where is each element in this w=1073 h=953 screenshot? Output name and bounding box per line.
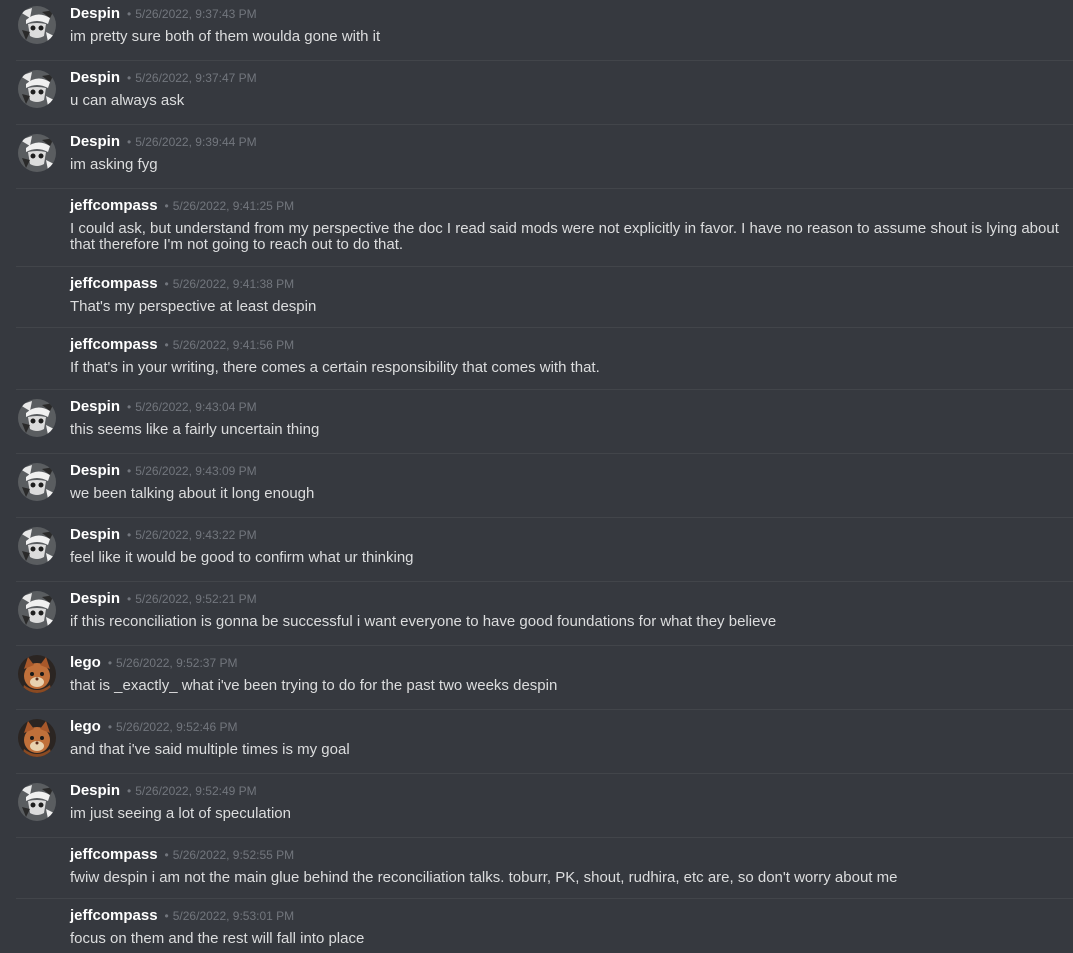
separator-dot: • (127, 464, 132, 478)
timestamp: 5/26/2022, 9:52:46 PM (116, 720, 238, 734)
despin-avatar-icon[interactable] (18, 591, 56, 629)
message-text: and that i've said multiple times is my … (70, 741, 350, 758)
separator-dot: • (127, 7, 132, 21)
username[interactable]: Despin (70, 69, 120, 86)
message-divider (16, 327, 1073, 328)
message-text: If that's in your writing, there comes a… (70, 359, 600, 376)
message-divider (16, 581, 1073, 582)
timestamp: 5/26/2022, 9:41:25 PM (172, 199, 295, 213)
despin-avatar-icon[interactable] (18, 399, 56, 437)
separator-dot: • (164, 909, 169, 923)
message-text: fwiw despin i am not the main glue behin… (70, 869, 898, 886)
message-list: Despin • 5/26/2022, 9:37:43 PM im pretty s… (0, 0, 1073, 953)
timestamp: 5/26/2022, 9:41:56 PM (172, 338, 295, 352)
message-divider (16, 389, 1073, 390)
username[interactable]: Despin (70, 526, 120, 543)
message-text: im pretty sure both of them woulda gone … (70, 28, 381, 45)
despin-avatar-icon[interactable] (18, 70, 56, 108)
username[interactable]: jeffcompass (70, 336, 158, 353)
message-text: That's my perspective at least despin (70, 298, 317, 315)
separator-dot: • (127, 784, 132, 798)
username[interactable]: lego (70, 718, 101, 735)
message-text: im asking fyg (70, 156, 158, 173)
message-text: I could ask, but understand from my pers… (70, 220, 1059, 253)
separator-dot: • (107, 720, 113, 734)
username[interactable]: jeffcompass (70, 275, 158, 292)
timestamp: 5/26/2022, 9:43:09 PM (135, 464, 257, 478)
username[interactable]: Despin (70, 398, 120, 415)
username[interactable]: jeffcompass (70, 846, 158, 863)
lego-avatar-icon[interactable] (18, 655, 56, 693)
separator-dot: • (164, 277, 169, 291)
message-divider (16, 645, 1073, 646)
message-text: focus on them and the rest will fall int… (70, 930, 365, 947)
separator-dot: • (164, 338, 169, 352)
timestamp: 5/26/2022, 9:52:37 PM (116, 656, 238, 670)
despin-avatar-icon[interactable] (18, 134, 56, 172)
timestamp: 5/26/2022, 9:52:55 PM (172, 848, 295, 862)
message-divider (16, 266, 1073, 267)
timestamp: 5/26/2022, 9:52:21 PM (135, 592, 257, 606)
separator-dot: • (107, 656, 113, 670)
timestamp: 5/26/2022, 9:52:49 PM (135, 784, 257, 798)
timestamp: 5/26/2022, 9:41:38 PM (172, 277, 295, 291)
message-text: we been talking about it long enough (70, 485, 315, 502)
timestamp: 5/26/2022, 9:43:04 PM (135, 400, 257, 414)
message-text: that is _exactly_ what i've been trying … (70, 677, 558, 694)
despin-avatar-icon[interactable] (18, 783, 56, 821)
message-divider (16, 188, 1073, 189)
separator-dot: • (127, 528, 132, 542)
message-divider (16, 517, 1073, 518)
lego-avatar-icon[interactable] (18, 719, 56, 757)
message-text: this seems like a fairly uncertain thing (70, 421, 320, 438)
username[interactable]: jeffcompass (70, 197, 158, 214)
timestamp: 5/26/2022, 9:43:22 PM (135, 528, 257, 542)
message-text: u can always ask (70, 92, 185, 109)
timestamp: 5/26/2022, 9:37:43 PM (135, 7, 257, 21)
username[interactable]: jeffcompass (70, 907, 158, 924)
separator-dot: • (164, 199, 169, 213)
username[interactable]: Despin (70, 133, 120, 150)
separator-dot: • (127, 71, 132, 85)
username[interactable]: lego (70, 654, 101, 671)
username[interactable]: Despin (70, 5, 120, 22)
message-divider (16, 837, 1073, 838)
message-divider (16, 453, 1073, 454)
message-text: im just seeing a lot of speculation (70, 805, 291, 822)
message-divider (16, 898, 1073, 899)
message-text: feel like it would be good to confirm wh… (70, 549, 414, 566)
message-divider (16, 124, 1073, 125)
message-divider (16, 709, 1073, 710)
message-divider (16, 773, 1073, 774)
message-divider (16, 60, 1073, 61)
separator-dot: • (127, 400, 132, 414)
timestamp: 5/26/2022, 9:39:44 PM (135, 135, 257, 149)
despin-avatar-icon[interactable] (18, 463, 56, 501)
despin-avatar-icon[interactable] (18, 527, 56, 565)
username[interactable]: Despin (70, 462, 120, 479)
message-text: if this reconciliation is gonna be succe… (70, 613, 777, 630)
separator-dot: • (127, 135, 132, 149)
separator-dot: • (164, 848, 169, 862)
timestamp: 5/26/2022, 9:37:47 PM (135, 71, 257, 85)
username[interactable]: Despin (70, 782, 120, 799)
despin-avatar-icon[interactable] (18, 6, 56, 44)
username[interactable]: Despin (70, 590, 120, 607)
separator-dot: • (127, 592, 132, 606)
timestamp: 5/26/2022, 9:53:01 PM (172, 909, 295, 923)
